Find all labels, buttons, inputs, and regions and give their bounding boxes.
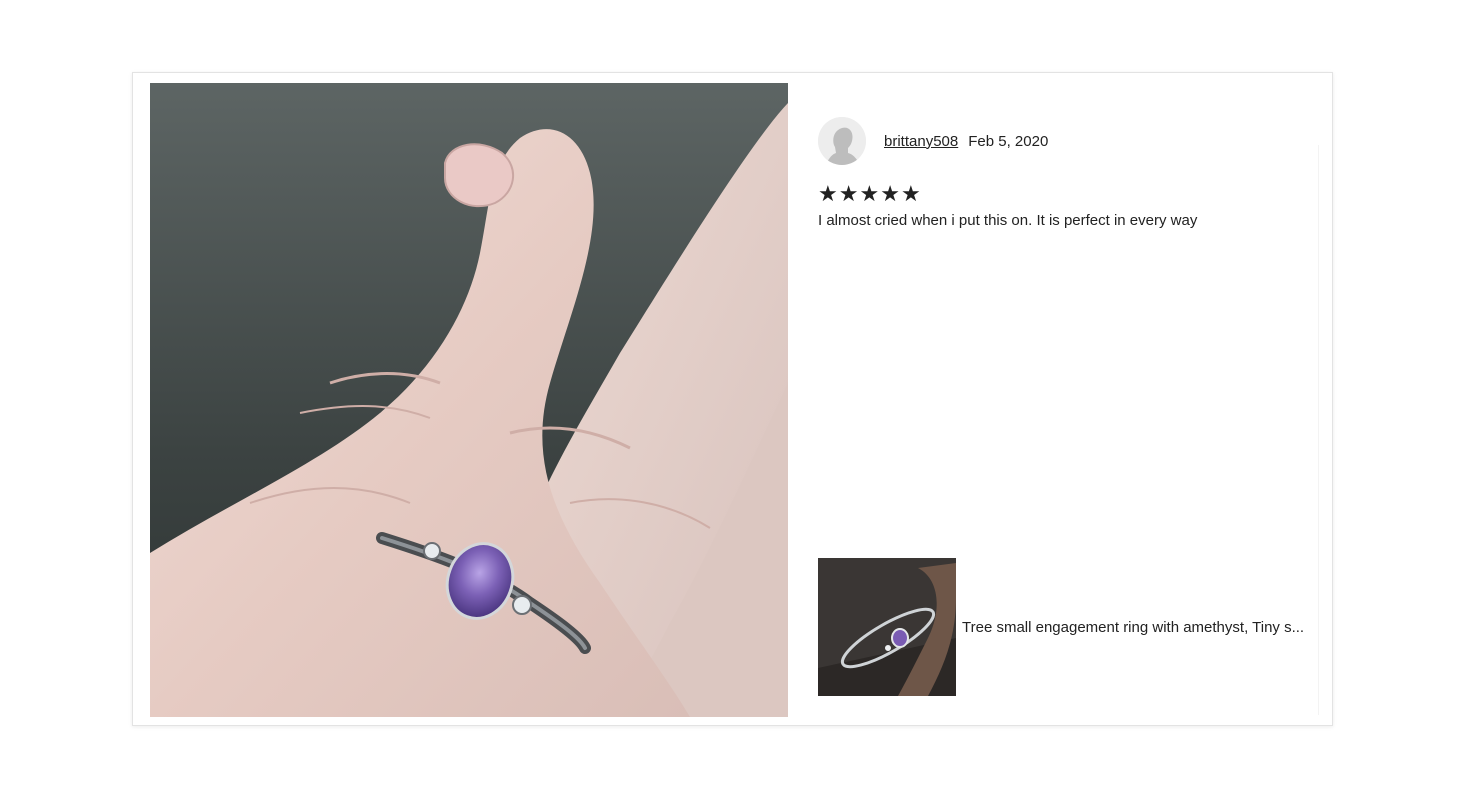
review-date: Feb 5, 2020 xyxy=(968,132,1049,150)
star-icon: ★ xyxy=(838,182,859,207)
star-icon: ★ xyxy=(818,182,838,207)
reviewer-name-link[interactable]: brittany508 xyxy=(884,133,958,150)
review-page: brittany508 Feb 5, 2020 ★ ★ ★ ★ ★ I almo… xyxy=(0,0,1467,799)
review-photo xyxy=(150,83,788,717)
star-rating: ★ ★ ★ ★ ★ xyxy=(818,182,1318,207)
review-text: I almost cried when i put this on. It is… xyxy=(818,212,1198,229)
divider xyxy=(1318,145,1319,715)
listing-title[interactable]: Tree small engagement ring with amethyst… xyxy=(962,619,1306,636)
star-icon: ★ xyxy=(859,182,880,207)
star-icon: ★ xyxy=(880,182,900,207)
ring-on-hand-image xyxy=(150,83,788,717)
star-icon: ★ xyxy=(900,182,921,207)
review-modal: brittany508 Feb 5, 2020 ★ ★ ★ ★ ★ I almo… xyxy=(132,72,1333,726)
default-user-avatar-icon[interactable] xyxy=(818,117,866,165)
listing-thumbnail[interactable] xyxy=(818,558,956,696)
reviewer-row: brittany508 Feb 5, 2020 xyxy=(818,117,1318,165)
listing-link[interactable]: Tree small engagement ring with amethyst… xyxy=(818,558,1318,696)
